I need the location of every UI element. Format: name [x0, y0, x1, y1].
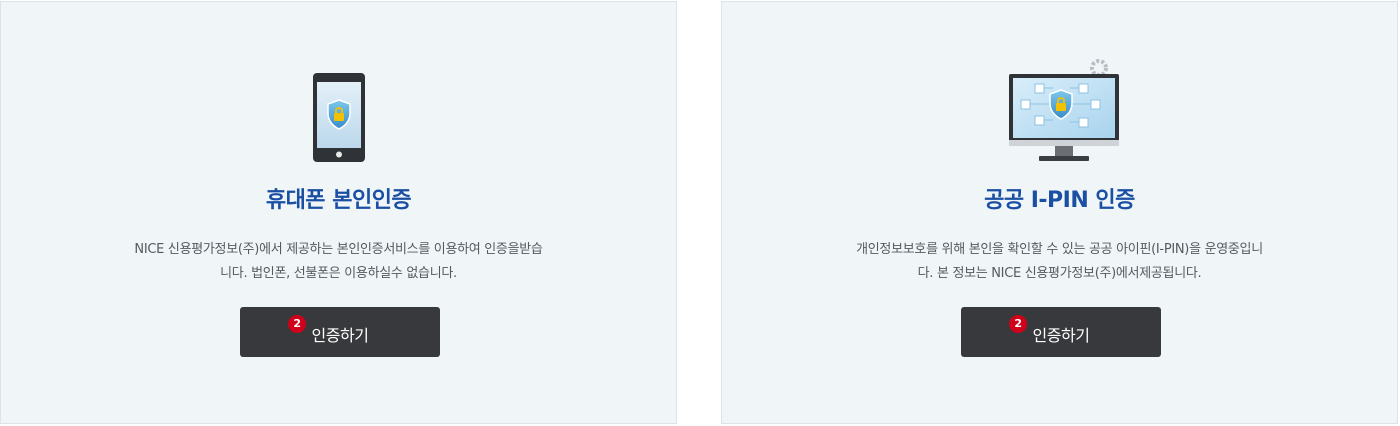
button-label: 인증하기 [1032, 326, 1090, 345]
description-line: 다. 본 정보는 NICE 신용평가정보(주)에서제공됩니다. [917, 266, 1202, 281]
card-title: 공공 I-PIN 인증 [984, 188, 1135, 213]
description-line: 개인정보보호를 위해 본인을 확인할 수 있는 공공 아이핀(I-PIN)을 운… [856, 242, 1263, 257]
ipin-auth-card: 공공 I-PIN 인증 개인정보보호를 위해 본인을 확인할 수 있는 공공 아… [721, 1, 1398, 424]
smartphone-shield-icon [1, 58, 676, 170]
button-label: 인증하기 [311, 326, 369, 345]
ipin-auth-button[interactable]: 2 인증하기 [961, 307, 1161, 357]
description-line: 니다. 법인폰, 선불폰은 이용하실수 없습니다. [220, 266, 457, 281]
card-title: 휴대폰 본인인증 [265, 188, 412, 213]
phone-auth-button[interactable]: 2 인증하기 [240, 307, 440, 357]
monitor-shield-icon [722, 58, 1397, 170]
card-description: 개인정보보호를 위해 본인을 확인할 수 있는 공공 아이핀(I-PIN)을 운… [812, 238, 1307, 286]
auth-options: 휴대폰 본인인증 NICE 신용평가정보(주)에서 제공하는 본인인증서비스를 … [0, 0, 1400, 426]
phone-auth-card: 휴대폰 본인인증 NICE 신용평가정보(주)에서 제공하는 본인인증서비스를 … [0, 1, 677, 424]
description-line: NICE 신용평가정보(주)에서 제공하는 본인인증서비스를 이용하여 인증을받… [134, 242, 543, 257]
card-description: NICE 신용평가정보(주)에서 제공하는 본인인증서비스를 이용하여 인증을받… [91, 238, 586, 286]
